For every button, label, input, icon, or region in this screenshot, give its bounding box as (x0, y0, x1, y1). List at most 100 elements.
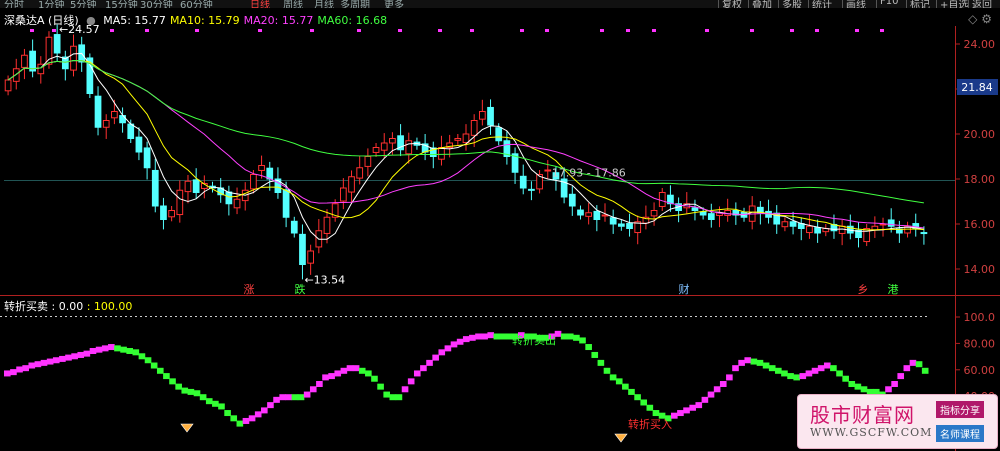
indicator-step (573, 334, 580, 341)
indicator-step (322, 374, 329, 381)
candle-body[interactable] (814, 227, 821, 234)
signal-dot (705, 29, 709, 32)
candle-body[interactable] (192, 179, 200, 193)
watermark-tag-indicators[interactable]: 指标分享 (936, 401, 984, 418)
candle-body[interactable] (920, 232, 928, 235)
candle-body[interactable] (585, 212, 593, 217)
indicator-step (261, 407, 268, 414)
candle-body[interactable] (111, 111, 118, 119)
candle-body[interactable] (519, 175, 527, 189)
candle-body[interactable] (438, 147, 445, 160)
candle-body[interactable] (470, 120, 478, 136)
indicator-step (848, 381, 856, 387)
candle-body[interactable] (626, 223, 633, 230)
candle-body[interactable] (339, 187, 347, 202)
indicator-step (750, 358, 758, 365)
indicator-step (212, 400, 219, 407)
indicator-step (677, 410, 684, 417)
candle-body[interactable] (12, 68, 20, 82)
stock-chart[interactable]: 24.0022.0020.0018.0016.0014.00100.080.00… (0, 0, 1000, 451)
candle-body[interactable] (380, 142, 388, 151)
candle-body[interactable] (135, 136, 143, 153)
candle-body[interactable] (707, 213, 715, 220)
candle-body[interactable] (323, 216, 331, 234)
candle-body[interactable] (356, 167, 364, 179)
candle-body[interactable] (21, 54, 28, 68)
candle-body[interactable] (487, 106, 494, 126)
candle-body[interactable] (348, 176, 355, 193)
indicator-step (842, 375, 849, 382)
candle-body[interactable] (601, 214, 609, 217)
candle-body[interactable] (290, 220, 298, 234)
candle-body[interactable] (781, 221, 789, 228)
indicator-step (683, 407, 690, 414)
candle-body[interactable] (168, 210, 175, 218)
candle-body[interactable] (609, 217, 617, 225)
candle-body[interactable] (160, 205, 167, 220)
watermark-tag-courses[interactable]: 名师课程 (936, 425, 984, 442)
candle-body[interactable] (495, 127, 503, 142)
indicator-step (65, 354, 72, 361)
candle-body[interactable] (184, 180, 192, 193)
signal-dot (110, 29, 114, 32)
indicator-step (493, 333, 501, 340)
candle-body[interactable] (250, 174, 257, 190)
candle-body[interactable] (528, 188, 535, 191)
candle-body[interactable] (258, 165, 265, 171)
candle-body[interactable] (389, 138, 396, 144)
candle-body[interactable] (282, 189, 290, 218)
indicator-step (71, 353, 78, 360)
indicator-step (407, 378, 415, 385)
candle-body[interactable] (225, 191, 233, 205)
price-axis-label: 18.00 (964, 173, 996, 186)
indicator-step (144, 357, 152, 364)
candle-body[interactable] (618, 223, 625, 227)
candle-body[interactable] (462, 133, 470, 144)
candle-body[interactable] (70, 45, 77, 71)
candle-body[interactable] (4, 79, 12, 92)
candle-body[interactable] (577, 209, 584, 216)
candle-body[interactable] (863, 228, 871, 243)
price-axis-label: 20.00 (964, 128, 996, 141)
candle-body[interactable] (364, 156, 372, 167)
candle-body[interactable] (699, 211, 707, 216)
candle-body[interactable] (151, 169, 159, 207)
diamond-buy-icon (180, 423, 194, 433)
candle-body[interactable] (691, 207, 699, 212)
indicator-step (16, 366, 23, 373)
candle-body[interactable] (176, 189, 184, 216)
candle-body[interactable] (806, 225, 813, 234)
candle-body[interactable] (544, 169, 552, 172)
indicator-step (603, 367, 611, 374)
candle-body[interactable] (478, 111, 486, 120)
candle-body[interactable] (299, 233, 306, 266)
candle-body[interactable] (789, 221, 797, 227)
candle-body[interactable] (568, 193, 576, 207)
candle-body[interactable] (233, 198, 241, 209)
candle-body[interactable] (53, 34, 61, 54)
candle-body[interactable] (838, 225, 846, 234)
signal-dot (310, 29, 314, 32)
candle-body[interactable] (658, 192, 666, 207)
candle-body[interactable] (307, 250, 314, 264)
indicator-step (726, 374, 733, 381)
candle-body[interactable] (372, 147, 380, 153)
indicator-step (285, 394, 293, 401)
candle-body[interactable] (650, 210, 658, 217)
candle-body[interactable] (405, 140, 413, 155)
indicator-step (787, 373, 794, 380)
candle-body[interactable] (102, 120, 110, 128)
indicator-step (591, 351, 599, 358)
indicator-step (732, 365, 739, 372)
candle-body[interactable] (143, 147, 151, 169)
sell-signal-label: 转折卖出 (512, 333, 556, 347)
candle-body[interactable] (887, 219, 895, 227)
indicator-step (242, 417, 250, 424)
indicator-step (254, 411, 262, 418)
candle-body[interactable] (593, 210, 601, 220)
candle-body[interactable] (94, 95, 102, 128)
candle-body[interactable] (45, 36, 53, 65)
indicator-step (615, 378, 623, 385)
candle-body[interactable] (454, 138, 462, 141)
candle-body[interactable] (127, 123, 135, 139)
